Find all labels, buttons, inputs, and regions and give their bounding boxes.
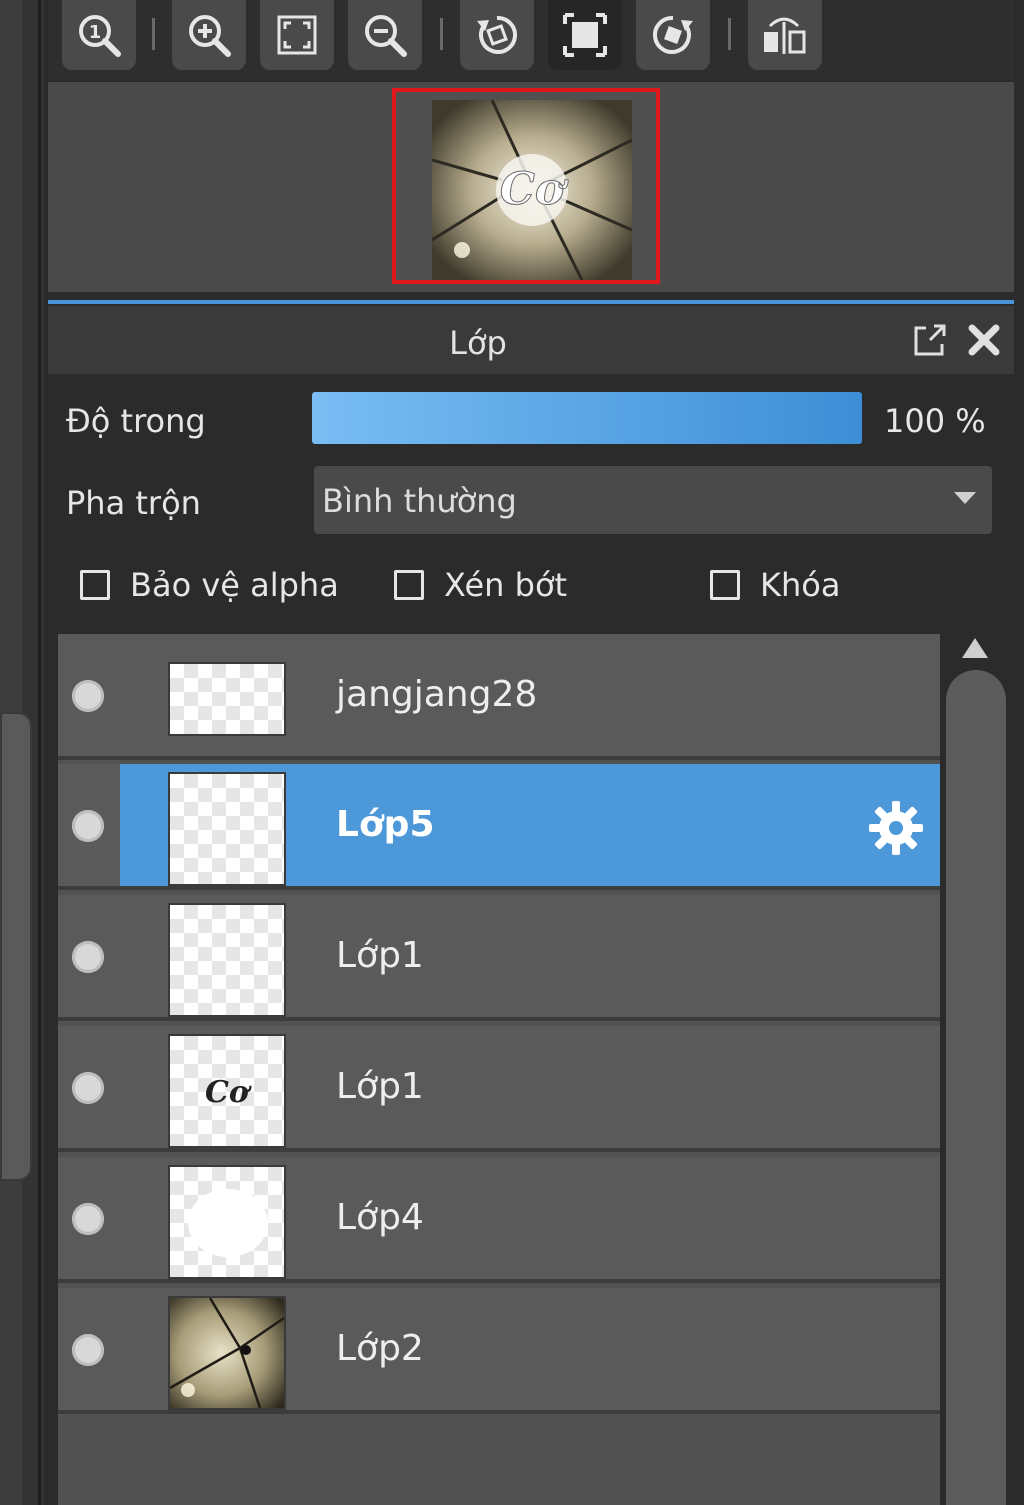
lock-label: Khóa: [760, 566, 841, 604]
fit-screen-button[interactable]: [260, 0, 334, 70]
opacity-value: 100 %: [884, 402, 986, 440]
left-scroll-thumb[interactable]: [0, 712, 32, 1181]
popout-icon: [914, 324, 946, 356]
layer-name: Lớp1: [336, 935, 424, 976]
close-icon: [968, 324, 1000, 356]
svg-text:Cơ: Cơ: [500, 164, 569, 215]
visibility-toggle[interactable]: [72, 810, 104, 842]
rotate-left-icon: [477, 15, 517, 54]
layer-thumbnail: [168, 662, 286, 736]
zoom-in-button[interactable]: [172, 0, 246, 70]
visibility-toggle[interactable]: [72, 1203, 104, 1235]
protect-alpha-checkbox[interactable]: [80, 570, 110, 600]
blend-mode-value: Bình thường: [322, 482, 517, 520]
svg-text:1: 1: [89, 22, 102, 43]
flip-horizontal-icon: [764, 17, 806, 54]
layers-panel-header: Lớp: [48, 306, 1014, 374]
layer-row[interactable]: Lớp5: [58, 764, 940, 890]
zoom-actual-icon: 1: [79, 15, 121, 57]
panel-accent-rule: [48, 300, 1014, 304]
layer-thumbnail-art: Cơ: [205, 1075, 252, 1110]
zoom-out-button[interactable]: [348, 0, 422, 70]
layer-name: Lớp2: [336, 1328, 424, 1369]
layer-thumbnail: [168, 1296, 286, 1410]
layer-thumbnail: Cơ: [168, 1034, 286, 1148]
layer-name: Lớp5: [336, 804, 435, 845]
layer-row[interactable]: jangjang28: [58, 634, 940, 760]
rotate-left-button[interactable]: [460, 0, 534, 70]
layer-name: Lớp1: [336, 1066, 424, 1107]
visibility-toggle[interactable]: [72, 1072, 104, 1104]
flip-horizontal-button[interactable]: [748, 0, 822, 70]
panel-title: Lớp: [449, 324, 507, 362]
panel-divider: [38, 0, 41, 1505]
visibility-toggle[interactable]: [72, 680, 104, 712]
zoom-out-icon: [365, 15, 407, 57]
view-toolbar: 1: [48, 0, 1014, 80]
layer-thumbnail: [168, 1165, 286, 1279]
layer-thumbnail: [168, 903, 286, 1017]
svg-text:Cơ: Cơ: [205, 1075, 252, 1110]
opacity-slider[interactable]: [312, 392, 862, 444]
crop-frame-icon: [563, 13, 607, 57]
layer-row[interactable]: Cơ Lớp1: [58, 1026, 940, 1152]
rotate-right-button[interactable]: [636, 0, 710, 70]
toolbar-separator: [152, 18, 155, 50]
layer-name: Lớp4: [336, 1197, 424, 1238]
close-button[interactable]: [964, 320, 1004, 360]
viewport-frame[interactable]: Cơ: [392, 88, 660, 284]
navigator-panel: Cơ: [48, 82, 1014, 292]
protect-alpha-label: Bảo vệ alpha: [130, 566, 339, 604]
clipping-label: Xén bớt: [444, 566, 568, 604]
canvas-preview-image: Cơ: [432, 100, 632, 280]
layer-thumbnail: [168, 772, 286, 886]
visibility-toggle[interactable]: [72, 941, 104, 973]
layer-row[interactable]: Lớp4: [58, 1157, 940, 1283]
lock-checkbox[interactable]: [710, 570, 740, 600]
layer-thumbnail-art: [188, 1189, 268, 1257]
chevron-down-icon: [954, 492, 976, 504]
blend-label: Pha trộn: [66, 484, 201, 522]
toolbar-separator: [440, 18, 443, 50]
layer-thumbnail-art: [170, 1298, 284, 1408]
blend-mode-select[interactable]: Bình thường: [314, 466, 992, 534]
zoom-actual-button[interactable]: 1: [62, 0, 136, 70]
layer-list-scrollbar[interactable]: [946, 670, 1006, 1505]
layer-name: jangjang28: [336, 674, 538, 715]
crop-frame-button[interactable]: [548, 0, 622, 70]
toolbar-separator: [728, 18, 731, 50]
left-panel-edge: [0, 0, 44, 1505]
fit-screen-icon: [277, 15, 317, 55]
opacity-label: Độ trong: [66, 402, 206, 440]
gear-icon[interactable]: [866, 798, 926, 858]
zoom-in-icon: [189, 15, 231, 57]
visibility-toggle[interactable]: [72, 1334, 104, 1366]
scroll-up-arrow[interactable]: [962, 638, 988, 658]
rotate-right-icon: [653, 15, 693, 54]
popout-button[interactable]: [910, 320, 950, 360]
layer-list: jangjang28 Lớp5 Lớp1 Cơ Lớp1 Lớp4 Lớp2: [58, 634, 940, 1505]
layer-row[interactable]: Lớp1: [58, 895, 940, 1021]
clipping-checkbox[interactable]: [394, 570, 424, 600]
layer-row[interactable]: Lớp2: [58, 1288, 940, 1414]
